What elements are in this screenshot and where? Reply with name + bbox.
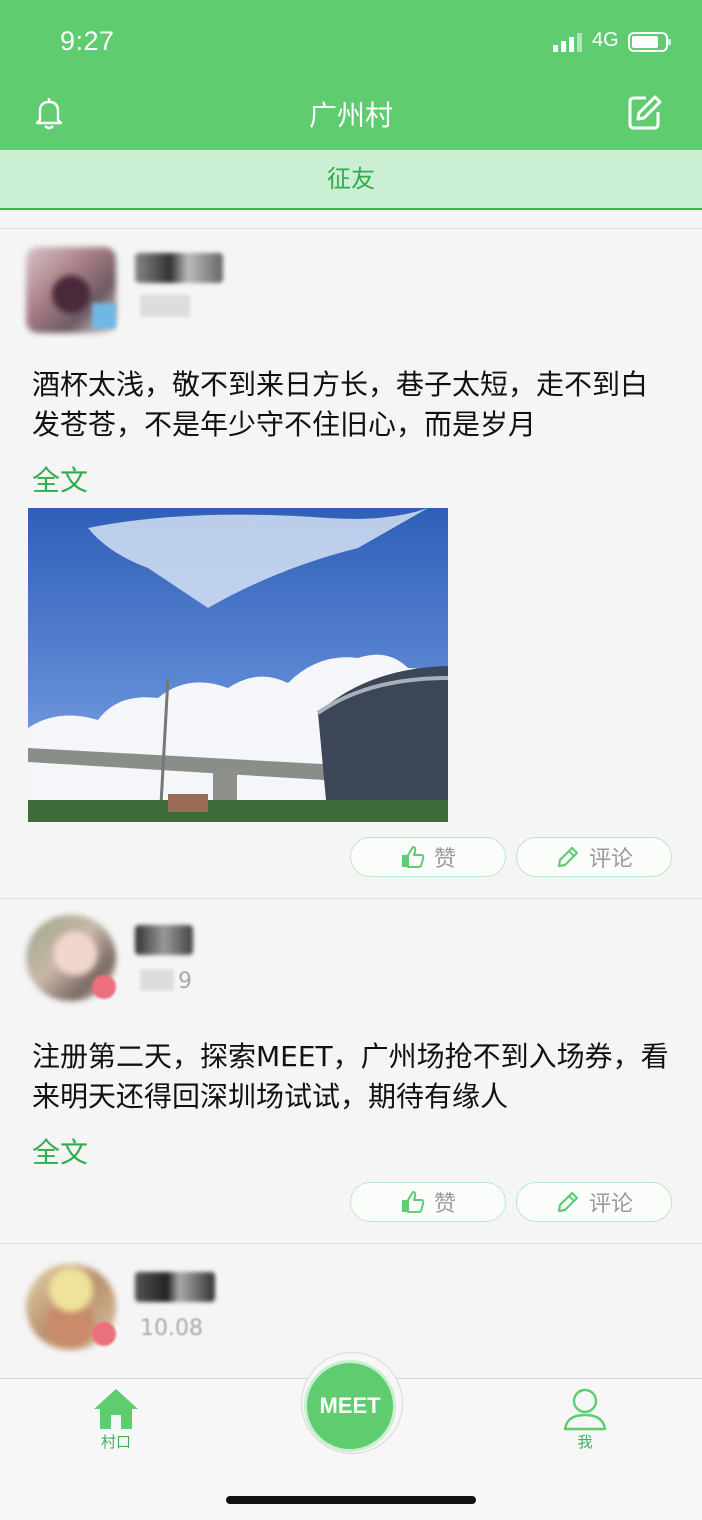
full-text-link[interactable]: 全文	[32, 1131, 88, 1171]
pencil-icon	[557, 1191, 579, 1213]
comment-button[interactable]: 评论	[516, 837, 672, 877]
post-meta	[140, 969, 174, 991]
post-meta	[140, 295, 190, 317]
home-icon	[94, 1389, 138, 1429]
user-name-blurred	[135, 925, 193, 955]
post-text: 酒杯太浅，敬不到来日方长，巷子太短，走不到白发苍苍，不是年少守不住旧心，而是岁月	[32, 368, 649, 441]
user-name-blurred	[135, 1272, 215, 1302]
sky-bridge-image	[28, 508, 448, 822]
thumbs-up-icon	[401, 846, 425, 868]
full-text-link[interactable]: 全文	[32, 459, 88, 499]
comment-label: 评论	[588, 1192, 633, 1217]
network-type: 4G	[592, 29, 619, 51]
edit-icon[interactable]	[624, 92, 664, 132]
battery-icon	[628, 32, 671, 52]
app-header: 9:27 4G 广州村	[0, 0, 702, 150]
post-photo[interactable]	[28, 508, 448, 822]
post-meta: 10.08	[140, 1316, 203, 1341]
like-button[interactable]: 赞	[350, 1182, 506, 1222]
tab-me[interactable]: 我	[545, 1387, 625, 1452]
tab-home[interactable]: 村口	[76, 1387, 156, 1452]
post-text: 注册第二天，探索MEET，广州场抢不到入场券，看来明天还得回深圳场试试，期待有缘…	[32, 1040, 669, 1113]
like-button[interactable]: 赞	[350, 837, 506, 877]
home-indicator	[226, 1496, 476, 1504]
nav-bar: 广州村	[0, 84, 702, 150]
tab-me-label: 我	[577, 1433, 593, 1451]
status-time: 9:27	[60, 26, 115, 56]
tab-home-label: 村口	[100, 1433, 131, 1451]
status-bar: 9:27 4G	[0, 0, 702, 84]
thumbs-up-icon	[401, 1191, 425, 1213]
avatar-badge	[92, 303, 116, 329]
like-label: 赞	[433, 1192, 456, 1217]
comment-button[interactable]: 评论	[516, 1182, 672, 1222]
user-name-blurred	[135, 253, 223, 283]
gender-badge	[92, 975, 116, 999]
meet-button[interactable]: MEET	[304, 1360, 396, 1452]
page-title: 广州村	[308, 99, 393, 132]
feed-post: 酒杯太浅，敬不到来日方长，巷子太短，走不到白发苍苍，不是年少守不住旧心，而是岁月…	[0, 228, 702, 899]
comment-label: 评论	[588, 847, 633, 872]
signal-icon	[553, 33, 582, 52]
like-label: 赞	[433, 847, 456, 872]
pencil-icon	[557, 846, 579, 868]
feed-post: 9 注册第二天，探索MEET，广州场抢不到入场券，看来明天还得回深圳场试试，期待…	[0, 898, 702, 1244]
gender-badge	[92, 1322, 116, 1346]
post-meta-digit: 9	[178, 969, 192, 994]
user-icon	[563, 1388, 607, 1431]
tab-make-friends[interactable]: 征友	[0, 150, 702, 210]
